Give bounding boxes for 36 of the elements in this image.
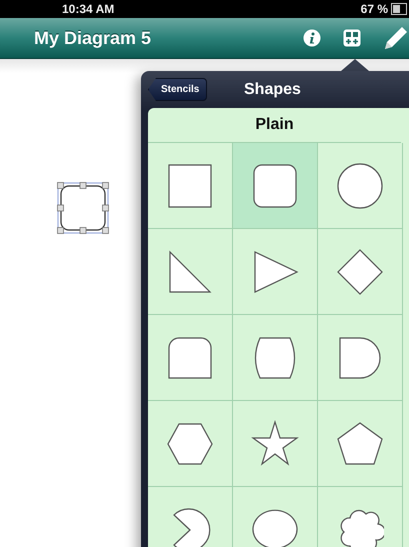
diamond-icon <box>337 248 383 294</box>
shape-cell[interactable] <box>233 143 318 229</box>
shape-cell[interactable] <box>148 143 233 229</box>
shape-cell[interactable] <box>148 401 233 487</box>
shape-cell[interactable] <box>318 229 403 315</box>
pencil-icon[interactable] <box>383 25 409 51</box>
shape-cell[interactable] <box>318 401 403 487</box>
stencils-back-button[interactable]: Stencils <box>148 78 208 101</box>
square-icon <box>168 164 212 208</box>
shape-cell[interactable] <box>233 401 318 487</box>
speech-bubble-icon <box>252 509 298 547</box>
shape-cell[interactable] <box>148 315 233 401</box>
shape-cell[interactable] <box>318 143 403 229</box>
diagram-title: My Diagram 5 <box>34 28 152 48</box>
triangle-icon <box>254 250 298 292</box>
d-shape-icon <box>339 336 381 378</box>
info-icon[interactable] <box>303 29 321 47</box>
shape-cell[interactable] <box>233 229 318 315</box>
status-time: 10:34 AM <box>62 2 114 16</box>
shape-cell[interactable] <box>148 229 233 315</box>
circle-icon <box>337 162 383 208</box>
star-icon <box>251 420 299 466</box>
shape-cell[interactable] <box>318 315 403 401</box>
right-triangle-icon <box>169 250 212 292</box>
cloud-icon <box>340 509 384 547</box>
rounded-rectangle-icon <box>168 336 212 378</box>
pacman-shape-icon <box>173 508 210 547</box>
shapes-grid-icon[interactable] <box>343 29 361 47</box>
hexagon-icon <box>167 422 213 464</box>
popover-title: Shapes <box>244 80 301 98</box>
selected-shape-drawing[interactable] <box>57 182 109 234</box>
pentagon-icon <box>337 422 383 464</box>
shape-cell[interactable] <box>233 315 318 401</box>
battery-percent: 67 % <box>360 2 388 16</box>
battery-icon <box>391 3 407 15</box>
barrel-shape-icon <box>254 336 296 378</box>
